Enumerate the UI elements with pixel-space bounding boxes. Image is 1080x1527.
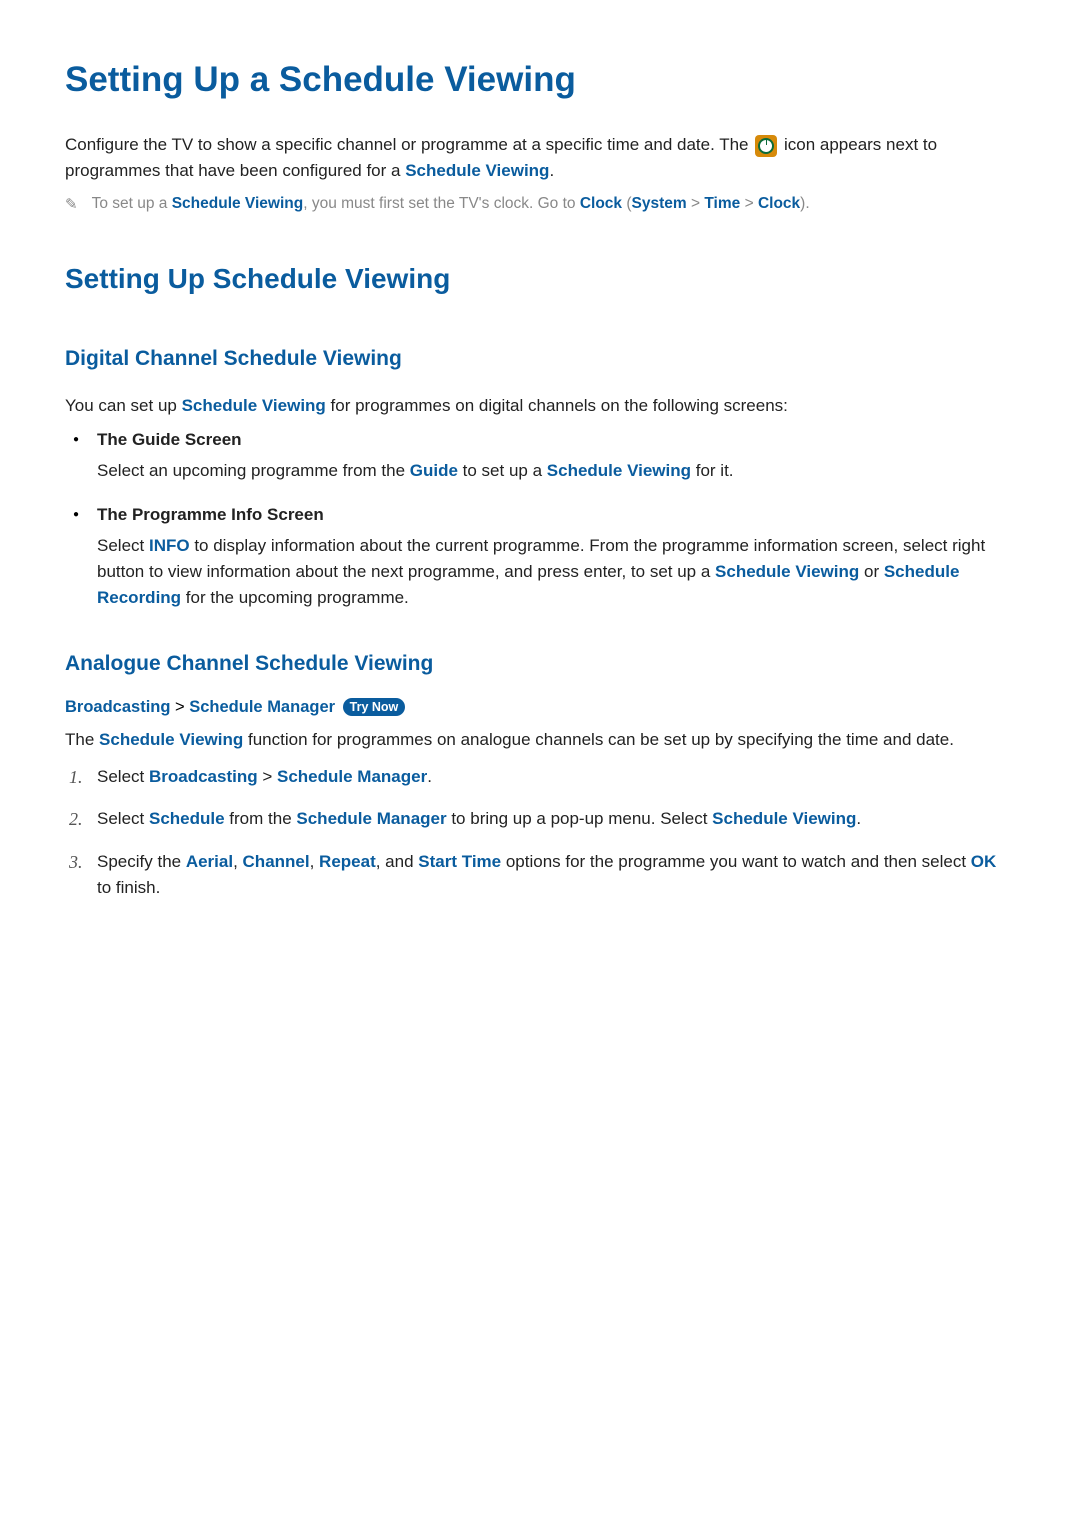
- analogue-intro-sv: Schedule Viewing: [99, 730, 243, 749]
- step-item: Select Schedule from the Schedule Manage…: [97, 806, 1015, 832]
- step-item: Specify the Aerial, Channel, Repeat, and…: [97, 849, 1015, 902]
- digital-channel-heading: Digital Channel Schedule Viewing: [65, 347, 1015, 371]
- guide-term: Guide: [410, 461, 458, 480]
- pi-body-pre: Select: [97, 536, 149, 555]
- s1-sep: >: [258, 767, 277, 786]
- intro-paragraph: Configure the TV to show a specific chan…: [65, 132, 1015, 183]
- s3-c3: , and: [376, 852, 419, 871]
- s1-schedule-manager: Schedule Manager: [277, 767, 427, 786]
- s3-ok: OK: [971, 852, 997, 871]
- note-system: System: [632, 195, 687, 212]
- guide-body-mid: to set up a: [458, 461, 547, 480]
- s2-post: .: [856, 809, 861, 828]
- s3-c1: ,: [233, 852, 242, 871]
- programme-info-body: Select INFO to display information about…: [97, 533, 1015, 612]
- s1-broadcasting: Broadcasting: [149, 767, 258, 786]
- note-text: To set up a Schedule Viewing, you must f…: [92, 193, 810, 215]
- note-sep-2: >: [740, 195, 758, 212]
- bc-sep: >: [170, 698, 189, 716]
- s3-pre: Specify the: [97, 852, 186, 871]
- s1-post: .: [427, 767, 432, 786]
- s2-schedule: Schedule: [149, 809, 225, 828]
- analogue-intro: The Schedule Viewing function for progra…: [65, 727, 1015, 753]
- s2-schedule-manager: Schedule Manager: [296, 809, 446, 828]
- s3-channel: Channel: [243, 852, 310, 871]
- s2-schedule-viewing: Schedule Viewing: [712, 809, 856, 828]
- clock-icon: [755, 135, 777, 157]
- note-paren-close: ).: [800, 195, 809, 212]
- schedule-viewing-term: Schedule Viewing: [405, 161, 549, 180]
- analogue-intro-pre: The: [65, 730, 99, 749]
- s3-repeat: Repeat: [319, 852, 376, 871]
- list-item: The Programme Info Screen Select INFO to…: [97, 505, 1015, 612]
- s2-mid1: from the: [225, 809, 297, 828]
- note-mid: , you must first set the TV's clock. Go …: [303, 195, 580, 212]
- s3-mid: options for the programme you want to wa…: [501, 852, 971, 871]
- note-icon: ✎: [65, 195, 78, 213]
- note-clock-1: Clock: [580, 195, 622, 212]
- guide-screen-body: Select an upcoming programme from the Gu…: [97, 458, 1015, 484]
- guide-screen-title: The Guide Screen: [97, 430, 1015, 450]
- digital-intro-sv: Schedule Viewing: [182, 396, 326, 415]
- section-heading-setting-up: Setting Up Schedule Viewing: [65, 263, 1015, 295]
- note-paren-open: (: [622, 195, 631, 212]
- note-schedule-viewing: Schedule Viewing: [172, 195, 304, 212]
- s3-post: to finish.: [97, 878, 160, 897]
- programme-info-title: The Programme Info Screen: [97, 505, 1015, 525]
- digital-intro-pre: You can set up: [65, 396, 182, 415]
- analogue-channel-heading: Analogue Channel Schedule Viewing: [65, 652, 1015, 676]
- page-title: Setting Up a Schedule Viewing: [65, 60, 1015, 100]
- s2-mid2: to bring up a pop-up menu. Select: [447, 809, 713, 828]
- note-prefix: To set up a: [92, 195, 172, 212]
- s2-pre: Select: [97, 809, 149, 828]
- s3-c2: ,: [310, 852, 319, 871]
- try-now-badge[interactable]: Try Now: [343, 698, 406, 716]
- clock-note: ✎ To set up a Schedule Viewing, you must…: [65, 193, 1015, 215]
- analogue-intro-post: function for programmes on analogue chan…: [243, 730, 954, 749]
- breadcrumb: Broadcasting > Schedule Manager Try Now: [65, 698, 1015, 717]
- note-time: Time: [704, 195, 740, 212]
- analogue-steps: Select Broadcasting > Schedule Manager. …: [65, 764, 1015, 901]
- pi-body-or: or: [859, 562, 884, 581]
- pi-body-post: for the upcoming programme.: [181, 588, 409, 607]
- intro-text-1: Configure the TV to show a specific chan…: [65, 135, 753, 154]
- s3-aerial: Aerial: [186, 852, 233, 871]
- info-term: INFO: [149, 536, 190, 555]
- digital-intro: You can set up Schedule Viewing for prog…: [65, 393, 1015, 419]
- intro-period: .: [549, 161, 554, 180]
- bc-schedule-manager: Schedule Manager: [189, 698, 335, 716]
- list-item: The Guide Screen Select an upcoming prog…: [97, 430, 1015, 484]
- note-clock-2: Clock: [758, 195, 800, 212]
- digital-list: The Guide Screen Select an upcoming prog…: [65, 430, 1015, 611]
- guide-body-post: for it.: [691, 461, 734, 480]
- note-sep-1: >: [687, 195, 705, 212]
- digital-intro-post: for programmes on digital channels on th…: [326, 396, 788, 415]
- guide-sv-term: Schedule Viewing: [547, 461, 691, 480]
- bc-broadcasting: Broadcasting: [65, 698, 170, 716]
- s3-start-time: Start Time: [418, 852, 501, 871]
- step-item: Select Broadcasting > Schedule Manager.: [97, 764, 1015, 790]
- s1-pre: Select: [97, 767, 149, 786]
- pi-sv-term: Schedule Viewing: [715, 562, 859, 581]
- guide-body-pre: Select an upcoming programme from the: [97, 461, 410, 480]
